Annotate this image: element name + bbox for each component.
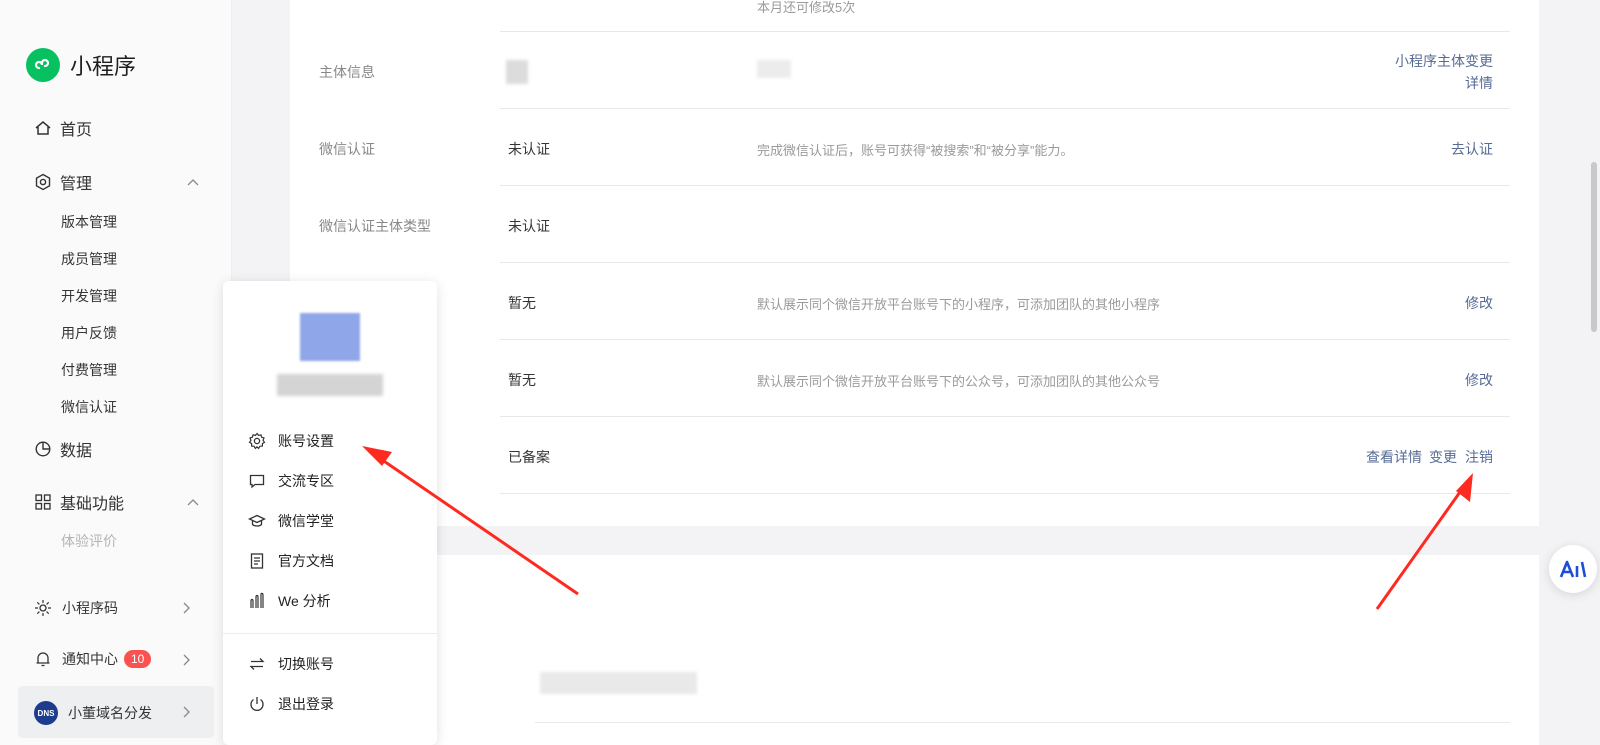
sidebar-item-label: 小程序码 bbox=[62, 600, 118, 616]
table-row bbox=[500, 0, 1510, 32]
chat-bubble-icon bbox=[249, 474, 265, 489]
ai-logo-icon bbox=[1559, 560, 1587, 578]
sidebar-item-version[interactable]: 版本管理 bbox=[61, 212, 117, 232]
menu-item-label: 账号设置 bbox=[278, 433, 334, 449]
hexagon-settings-icon bbox=[35, 173, 51, 191]
lower-panel bbox=[290, 555, 1539, 745]
divider bbox=[223, 633, 437, 634]
table-row bbox=[500, 340, 1510, 417]
row-label: 微信认证 bbox=[319, 141, 375, 157]
chevron-up-icon[interactable] bbox=[186, 176, 200, 190]
account-popover: 账号设置 交流专区 微信学堂 官方文档 We 分析 切换账号 退出登录 bbox=[223, 281, 437, 745]
menu-item-switch-account[interactable]: 切换账号 bbox=[248, 654, 334, 674]
menu-item-wechat-academy[interactable]: 微信学堂 bbox=[248, 511, 334, 531]
ai-assistant-button[interactable] bbox=[1549, 545, 1597, 593]
chevron-right-icon[interactable] bbox=[181, 705, 193, 719]
account-name: 小董域名分发 bbox=[68, 705, 152, 721]
sidebar-item-wechat-verify[interactable]: 微信认证 bbox=[61, 397, 117, 417]
sidebar: 小程序 首页 管理 版本管理 成员管理 开发管理 用户反馈 付费管理 微信认证 … bbox=[0, 0, 232, 745]
power-icon bbox=[250, 697, 264, 711]
sidebar-item-label: 数据 bbox=[60, 443, 93, 460]
table-row bbox=[500, 32, 1510, 109]
divider bbox=[535, 722, 1510, 723]
redacted-username bbox=[277, 374, 383, 396]
sidebar-item-members[interactable]: 成员管理 bbox=[61, 249, 117, 269]
analytics-bars-icon bbox=[250, 592, 264, 608]
sidebar-item-notify[interactable]: 通知中心 10 bbox=[34, 649, 152, 669]
table-row bbox=[500, 417, 1510, 494]
document-icon bbox=[250, 553, 264, 569]
chevron-right-icon[interactable] bbox=[181, 601, 193, 615]
scrollbar-thumb[interactable] bbox=[1591, 162, 1597, 332]
sidebar-item-label: 首页 bbox=[60, 122, 93, 139]
chevron-right-icon[interactable] bbox=[181, 653, 193, 667]
redacted-text bbox=[540, 672, 697, 694]
menu-item-community[interactable]: 交流专区 bbox=[248, 471, 334, 491]
table-row bbox=[500, 109, 1510, 186]
gear-icon bbox=[248, 432, 266, 450]
sidebar-item-manage[interactable]: 管理 bbox=[34, 170, 92, 194]
dns-avatar-icon: DNS bbox=[34, 701, 58, 725]
sidebar-item-label: 管理 bbox=[60, 176, 93, 193]
sidebar-item-qrcode[interactable]: 小程序码 bbox=[34, 598, 118, 618]
sidebar-item-basic[interactable]: 基础功能 bbox=[34, 490, 124, 514]
sidebar-item-data[interactable]: 数据 bbox=[34, 437, 92, 461]
menu-item-label: 官方文档 bbox=[278, 553, 334, 569]
row-label: 主体信息 bbox=[319, 64, 375, 80]
app-title: 小程序 bbox=[70, 54, 137, 79]
chevron-up-icon[interactable] bbox=[186, 496, 200, 510]
menu-item-we-analysis[interactable]: We 分析 bbox=[248, 591, 331, 611]
mini-program-logo-icon bbox=[26, 48, 60, 82]
qrcode-sun-icon bbox=[35, 600, 51, 616]
pie-chart-icon bbox=[35, 441, 51, 457]
menu-item-label: 退出登录 bbox=[278, 696, 334, 712]
menu-item-logout[interactable]: 退出登录 bbox=[248, 694, 334, 714]
grid-icon bbox=[35, 494, 51, 510]
sidebar-item-payment[interactable]: 付费管理 bbox=[61, 360, 117, 380]
sidebar-item-label: 通知中心 bbox=[62, 651, 118, 667]
menu-item-label: 切换账号 bbox=[278, 656, 334, 672]
sidebar-item-dev[interactable]: 开发管理 bbox=[61, 286, 117, 306]
row-label: 微信认证主体类型 bbox=[319, 218, 431, 234]
sidebar-item-feedback[interactable]: 用户反馈 bbox=[61, 323, 117, 343]
menu-item-official-docs[interactable]: 官方文档 bbox=[248, 551, 334, 571]
bell-icon bbox=[36, 652, 50, 667]
app-logo[interactable]: 小程序 bbox=[26, 48, 136, 82]
menu-item-label: 微信学堂 bbox=[278, 513, 334, 529]
sidebar-item-account[interactable]: DNS 小董域名分发 bbox=[34, 701, 152, 725]
sidebar-item-experience-review[interactable]: 体验评价 bbox=[61, 531, 117, 551]
menu-item-account-settings[interactable]: 账号设置 bbox=[248, 431, 334, 451]
graduation-cap-icon bbox=[248, 514, 266, 527]
home-icon bbox=[35, 121, 51, 135]
notification-count-badge: 10 bbox=[124, 650, 152, 668]
menu-item-label: We 分析 bbox=[278, 593, 331, 609]
avatar[interactable] bbox=[300, 313, 360, 361]
sidebar-item-label: 基础功能 bbox=[60, 496, 125, 513]
table-row bbox=[500, 263, 1510, 340]
switch-arrows-icon bbox=[249, 658, 265, 670]
table-row bbox=[500, 186, 1510, 263]
menu-item-label: 交流专区 bbox=[278, 473, 334, 489]
sidebar-item-home[interactable]: 首页 bbox=[34, 116, 92, 140]
